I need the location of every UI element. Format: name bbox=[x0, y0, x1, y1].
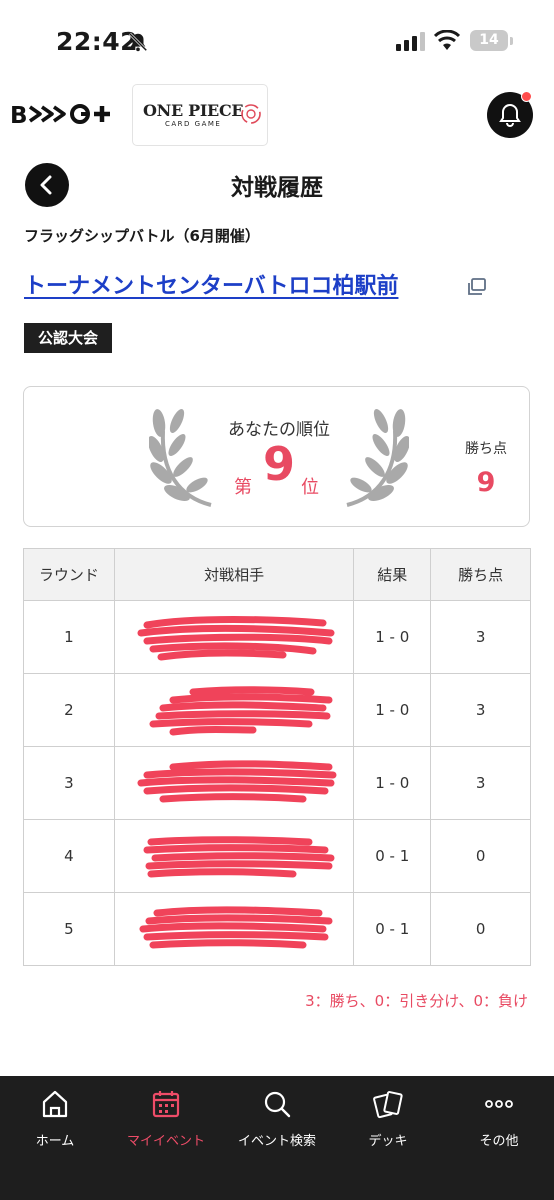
table-row: 2 1 - 0 3 bbox=[23, 673, 531, 747]
table-row: 1 1 - 0 3 bbox=[23, 600, 531, 674]
table-row: 5 0 - 1 0 bbox=[23, 892, 531, 966]
wifi-icon bbox=[434, 30, 460, 50]
cards-icon bbox=[373, 1091, 403, 1119]
swirl-icon bbox=[241, 104, 261, 124]
search-icon bbox=[264, 1091, 291, 1118]
header-opponent: 対戦相手 bbox=[113, 548, 355, 601]
more-icon bbox=[485, 1100, 513, 1108]
brand-sub: CARD GAME bbox=[165, 120, 222, 128]
header-result: 結果 bbox=[353, 548, 432, 601]
result-cell: 1 - 0 bbox=[353, 600, 432, 674]
brand-name: ONE PIECE bbox=[143, 101, 244, 120]
nav-label: ホーム bbox=[35, 1134, 75, 1149]
redaction-scribble bbox=[139, 906, 333, 949]
home-icon bbox=[42, 1090, 68, 1118]
page-title: 対戦履歴 bbox=[231, 175, 323, 201]
result-cell: 0 - 1 bbox=[353, 892, 432, 966]
results-table: ラウンド 対戦相手 結果 勝ち点 1 1 - 0 3 2 1 - 0 3 3 1… bbox=[23, 548, 531, 966]
nav-label: イベント検索 bbox=[237, 1134, 316, 1149]
notification-badge bbox=[521, 91, 532, 102]
bneg-logo: B bbox=[10, 103, 110, 129]
opponent-cell bbox=[113, 819, 355, 893]
nav-label: マイイベント bbox=[126, 1134, 205, 1149]
venue-link[interactable]: トーナメントセンターバトロコ柏駅前 bbox=[24, 268, 398, 300]
round-cell: 1 bbox=[23, 600, 115, 674]
battery-cap bbox=[510, 37, 513, 45]
points-cell: 3 bbox=[430, 746, 531, 820]
result-cell: 0 - 1 bbox=[353, 819, 432, 893]
nav-label: その他 bbox=[479, 1134, 519, 1149]
header-points: 勝ち点 bbox=[430, 548, 531, 601]
round-cell: 2 bbox=[23, 673, 115, 747]
points-value: 9 bbox=[476, 467, 496, 498]
round-cell: 4 bbox=[23, 819, 115, 893]
bell-icon bbox=[499, 103, 521, 127]
nav-home[interactable]: ホーム bbox=[5, 1088, 105, 1158]
event-name: フラッグシップバトル（6月開催） bbox=[24, 227, 260, 245]
table-row: 4 0 - 1 0 bbox=[23, 819, 531, 893]
points-label: 勝ち点 bbox=[465, 441, 507, 457]
status-bar: 22:42 14 bbox=[0, 0, 554, 80]
svg-text:B: B bbox=[10, 103, 28, 129]
nav-event-search[interactable]: イベント検索 bbox=[227, 1088, 327, 1158]
round-cell: 3 bbox=[23, 746, 115, 820]
redaction-scribble bbox=[149, 686, 333, 736]
redaction-scribble bbox=[143, 836, 335, 878]
official-badge: 公認大会 bbox=[24, 323, 113, 353]
opponent-cell bbox=[113, 673, 355, 747]
points-cell: 3 bbox=[430, 600, 531, 674]
rank-suffix: 位 bbox=[301, 477, 319, 498]
round-cell: 5 bbox=[23, 892, 115, 966]
external-link-icon[interactable] bbox=[466, 278, 486, 296]
nav-more[interactable]: その他 bbox=[449, 1088, 549, 1158]
redaction-scribble bbox=[137, 760, 337, 803]
points-cell: 3 bbox=[430, 673, 531, 747]
table-header-row: ラウンド 対戦相手 結果 勝ち点 bbox=[23, 548, 531, 601]
opponent-cell bbox=[113, 600, 355, 674]
table-row: 3 1 - 0 3 bbox=[23, 746, 531, 820]
redaction-scribble bbox=[137, 616, 335, 661]
rank-prefix: 第 bbox=[234, 477, 252, 498]
calendar-icon bbox=[152, 1091, 180, 1118]
opponent-cell bbox=[113, 892, 355, 966]
rank-value: 9 bbox=[262, 437, 295, 491]
bell-off-icon bbox=[128, 32, 148, 52]
opponent-cell bbox=[113, 746, 355, 820]
result-cell: 1 - 0 bbox=[353, 746, 432, 820]
points-legend: 3：勝ち、0：引き分け、0：負け bbox=[305, 992, 528, 1010]
battery-icon: 14 bbox=[470, 30, 508, 51]
result-cell: 1 - 0 bbox=[353, 673, 432, 747]
points-cell: 0 bbox=[430, 892, 531, 966]
nav-my-events[interactable]: マイイベント bbox=[116, 1088, 216, 1158]
rank-card: あなたの順位 第 9 位 勝ち点 9 bbox=[23, 386, 530, 527]
nav-deck[interactable]: デッキ bbox=[338, 1088, 438, 1158]
bottom-nav: ホーム マイイベント イベント検索 デッキ その他 bbox=[0, 1076, 554, 1200]
signal-icon bbox=[396, 32, 425, 51]
one-piece-logo: ONE PIECE CARD GAME bbox=[132, 84, 268, 146]
nav-label: デッキ bbox=[368, 1134, 408, 1149]
status-time: 22:42 bbox=[56, 27, 139, 56]
points-cell: 0 bbox=[430, 819, 531, 893]
header-round: ラウンド bbox=[23, 548, 115, 601]
